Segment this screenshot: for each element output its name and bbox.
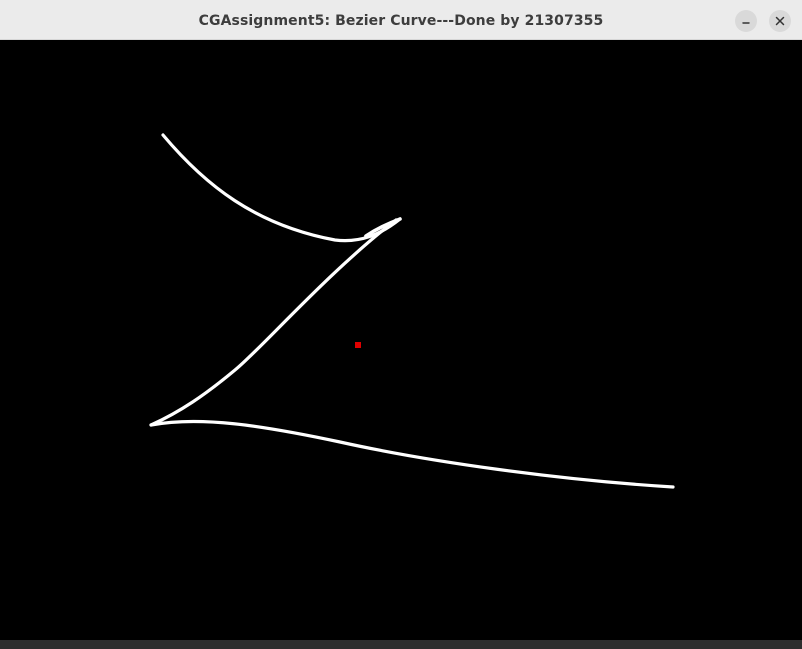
bezier-drawing [149, 133, 675, 489]
bezier-curve-diagonal [149, 218, 398, 427]
window-title: CGAssignment5: Bezier Curve---Done by 21… [198, 13, 604, 29]
close-button[interactable] [769, 10, 791, 32]
minimize-icon [741, 16, 751, 26]
application-window: CGAssignment5: Bezier Curve---Done by 21… [0, 0, 802, 649]
bezier-curve-lower [149, 419, 675, 489]
minimize-button[interactable] [735, 10, 757, 32]
window-bottom-edge [0, 640, 802, 649]
close-icon [775, 16, 785, 26]
control-point-marker[interactable] [355, 342, 361, 348]
bezier-curve-upper [161, 133, 402, 243]
title-bar[interactable]: CGAssignment5: Bezier Curve---Done by 21… [0, 0, 802, 40]
drawing-canvas[interactable] [0, 40, 802, 640]
